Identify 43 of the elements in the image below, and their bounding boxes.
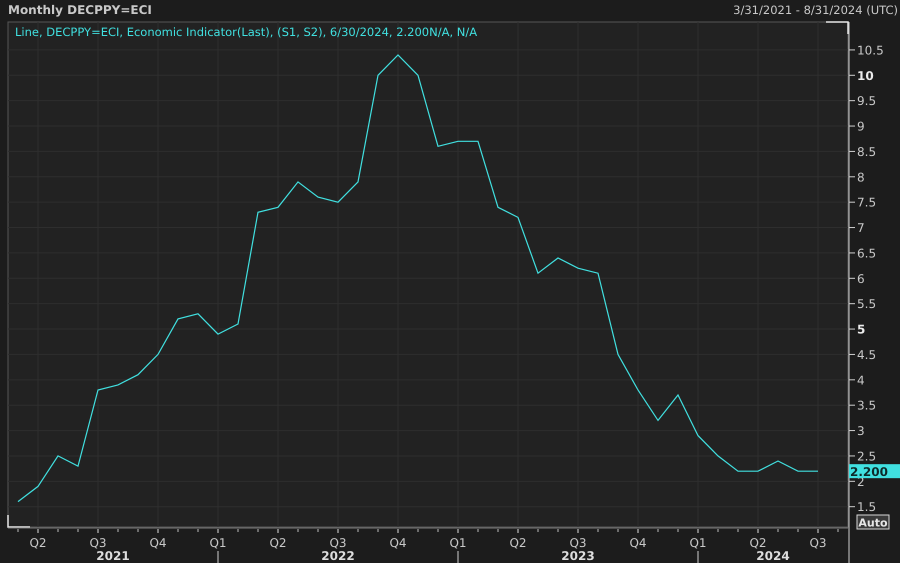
y-tick-label: 2.5 <box>857 449 876 464</box>
y-tick-label: 5 <box>857 322 866 337</box>
year-label: 2024 <box>756 549 790 563</box>
x-tick-label: Q1 <box>209 536 227 550</box>
year-label: 2023 <box>561 549 595 563</box>
y-tick-label: 4 <box>857 373 865 388</box>
y-tick-label: 3 <box>857 424 865 438</box>
y-tick-label: 8 <box>857 170 865 184</box>
y-tick-label: 8.5 <box>857 144 876 159</box>
x-tick-label: Q3 <box>89 536 107 550</box>
auto-button[interactable]: Auto <box>856 514 890 530</box>
y-tick-label: 10.5 <box>857 43 884 58</box>
legend-text: Line, DECPPY=ECI, Economic Indicator(Last), (S1, S2), 6/30/2024, 2.200N/A, N/A <box>15 25 478 39</box>
y-tick-label: 7 <box>857 221 865 236</box>
y-tick-label: 3.5 <box>857 398 876 413</box>
y-tick-label: 7.5 <box>857 196 876 210</box>
y-tick-label: 9 <box>857 120 865 134</box>
y-tick-label: 10 <box>857 68 874 83</box>
x-tick-label: Q1 <box>449 536 467 550</box>
x-tick-label: Q4 <box>149 536 167 550</box>
y-tick-label: 6 <box>857 272 865 286</box>
x-tick-label: Q4 <box>629 536 647 550</box>
y-tick-label: 6.5 <box>857 246 876 260</box>
x-tick-label: Q2 <box>269 536 287 550</box>
corner-bracket <box>826 21 849 34</box>
x-tick-label: Q3 <box>809 536 827 550</box>
x-tick-label: Q2 <box>509 536 527 550</box>
date-range: 3/31/2021 - 8/31/2024 (UTC) <box>733 3 898 17</box>
y-tick-label: 1.5 <box>857 500 876 514</box>
x-tick-label: Q1 <box>689 536 707 550</box>
year-label: 2022 <box>321 549 355 563</box>
year-label: 2021 <box>96 549 130 563</box>
corner-bracket <box>7 515 30 528</box>
y-tick-label: 9.5 <box>857 94 876 108</box>
x-tick-label: Q4 <box>389 536 407 550</box>
y-tick-label: 4.5 <box>857 348 876 362</box>
x-tick-label: Q3 <box>569 536 587 550</box>
x-tick-label: Q2 <box>29 536 47 550</box>
y-tick-label: 5.5 <box>857 297 876 312</box>
x-tick-label: Q2 <box>749 536 767 550</box>
x-tick-label: Q3 <box>329 536 347 550</box>
chart-title: Monthly DECPPY=ECI <box>8 3 152 17</box>
last-value-badge: 2.200 <box>849 464 900 480</box>
